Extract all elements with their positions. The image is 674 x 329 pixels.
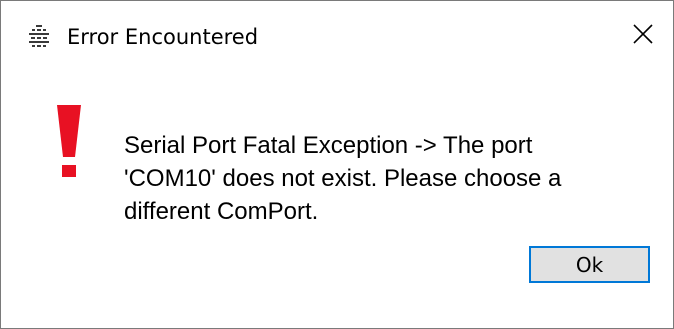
- ok-button[interactable]: Ok: [529, 246, 650, 283]
- window-title: Error Encountered: [67, 25, 259, 49]
- ok-button-label: Ok: [575, 252, 604, 277]
- error-dialog-window: Error Encountered Serial Port Fatal Exce…: [0, 0, 674, 329]
- app-logo-icon: [27, 25, 51, 49]
- error-exclamation-icon: [53, 105, 85, 177]
- error-message: Serial Port Fatal Exception -> The port …: [124, 132, 562, 225]
- close-icon: [633, 24, 653, 48]
- title-bar[interactable]: Error Encountered: [1, 1, 673, 71]
- dialog-content: Serial Port Fatal Exception -> The port …: [1, 71, 673, 328]
- close-button[interactable]: [613, 1, 673, 71]
